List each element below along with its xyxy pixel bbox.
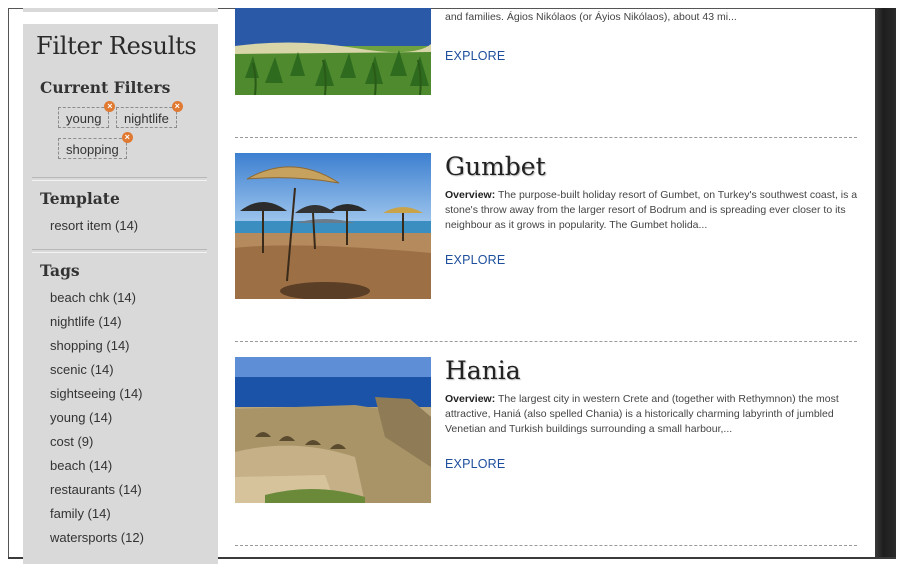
explore-link-1[interactable]: EXPLORE bbox=[445, 49, 505, 63]
tag-young[interactable]: young (14) bbox=[50, 410, 112, 425]
sidebar-divider bbox=[32, 177, 207, 181]
explore-link-2[interactable]: EXPLORE bbox=[445, 253, 505, 267]
tag-sightseeing[interactable]: sightseeing (14) bbox=[50, 386, 143, 401]
tags-heading: Tags bbox=[40, 261, 80, 280]
tag-beach[interactable]: beach (14) bbox=[50, 458, 112, 473]
window-edge-shadow bbox=[875, 8, 896, 559]
remove-filter-icon[interactable]: × bbox=[171, 101, 183, 112]
hania-image bbox=[235, 357, 431, 503]
beach-umbrellas-photo[interactable] bbox=[235, 153, 431, 299]
resort-title-gumbet[interactable]: Gumbet bbox=[445, 152, 546, 181]
tag-family[interactable]: family (14) bbox=[50, 506, 111, 521]
filter-chip-shopping[interactable]: shopping × bbox=[58, 132, 133, 159]
filter-chip-young[interactable]: young × bbox=[58, 101, 116, 128]
filter-chip-nightlife[interactable]: nightlife × bbox=[116, 101, 183, 128]
description-text: The purpose-built holiday resort of Gumb… bbox=[445, 189, 858, 231]
result-separator bbox=[235, 137, 857, 138]
remove-filter-icon[interactable]: × bbox=[104, 101, 116, 112]
template-heading: Template bbox=[40, 189, 120, 208]
palm-beach-photo[interactable] bbox=[235, 8, 431, 95]
resort-title-hania[interactable]: Hania bbox=[445, 356, 521, 385]
overview-label: Overview: bbox=[445, 393, 496, 405]
fortress-ruins-photo[interactable] bbox=[235, 357, 431, 503]
explore-link-3[interactable]: EXPLORE bbox=[445, 457, 505, 471]
remove-filter-icon[interactable]: × bbox=[121, 132, 133, 143]
tag-scenic[interactable]: scenic (14) bbox=[50, 362, 114, 377]
filter-chip-label: nightlife bbox=[124, 111, 169, 126]
current-filters-heading: Current Filters bbox=[40, 78, 171, 97]
gumbet-image bbox=[235, 153, 431, 299]
filter-sidebar: Filter Results Current Filters young × n… bbox=[23, 24, 218, 564]
resort-description-2: Overview: The purpose-built holiday reso… bbox=[445, 188, 863, 233]
palm-beach-image bbox=[235, 8, 431, 95]
resort-description-1: and families. Ágios Nikólaos (or Áyios N… bbox=[445, 10, 863, 25]
resort-description-3: Overview: The largest city in western Cr… bbox=[445, 392, 863, 437]
tag-nightlife[interactable]: nightlife (14) bbox=[50, 314, 122, 329]
description-text: and families. Ágios Nikólaos (or Áyios N… bbox=[445, 11, 737, 23]
tag-restaurants[interactable]: restaurants (14) bbox=[50, 482, 142, 497]
result-separator bbox=[235, 341, 857, 342]
filter-results-title: Filter Results bbox=[36, 32, 197, 60]
tag-cost[interactable]: cost (9) bbox=[50, 434, 93, 449]
description-text: The largest city in western Crete and (t… bbox=[445, 393, 839, 435]
sidebar-divider bbox=[32, 249, 207, 253]
template-item-resort[interactable]: resort item (14) bbox=[50, 218, 138, 233]
tag-watersports[interactable]: watersports (12) bbox=[50, 530, 144, 545]
filter-chip-label: shopping bbox=[66, 142, 119, 157]
tag-shopping[interactable]: shopping (14) bbox=[50, 338, 130, 353]
sidebar-top-edge bbox=[23, 8, 218, 12]
result-separator bbox=[235, 545, 857, 546]
tag-beach-chk[interactable]: beach chk (14) bbox=[50, 290, 136, 305]
filter-chip-label: young bbox=[66, 111, 102, 126]
overview-label: Overview: bbox=[445, 189, 496, 201]
